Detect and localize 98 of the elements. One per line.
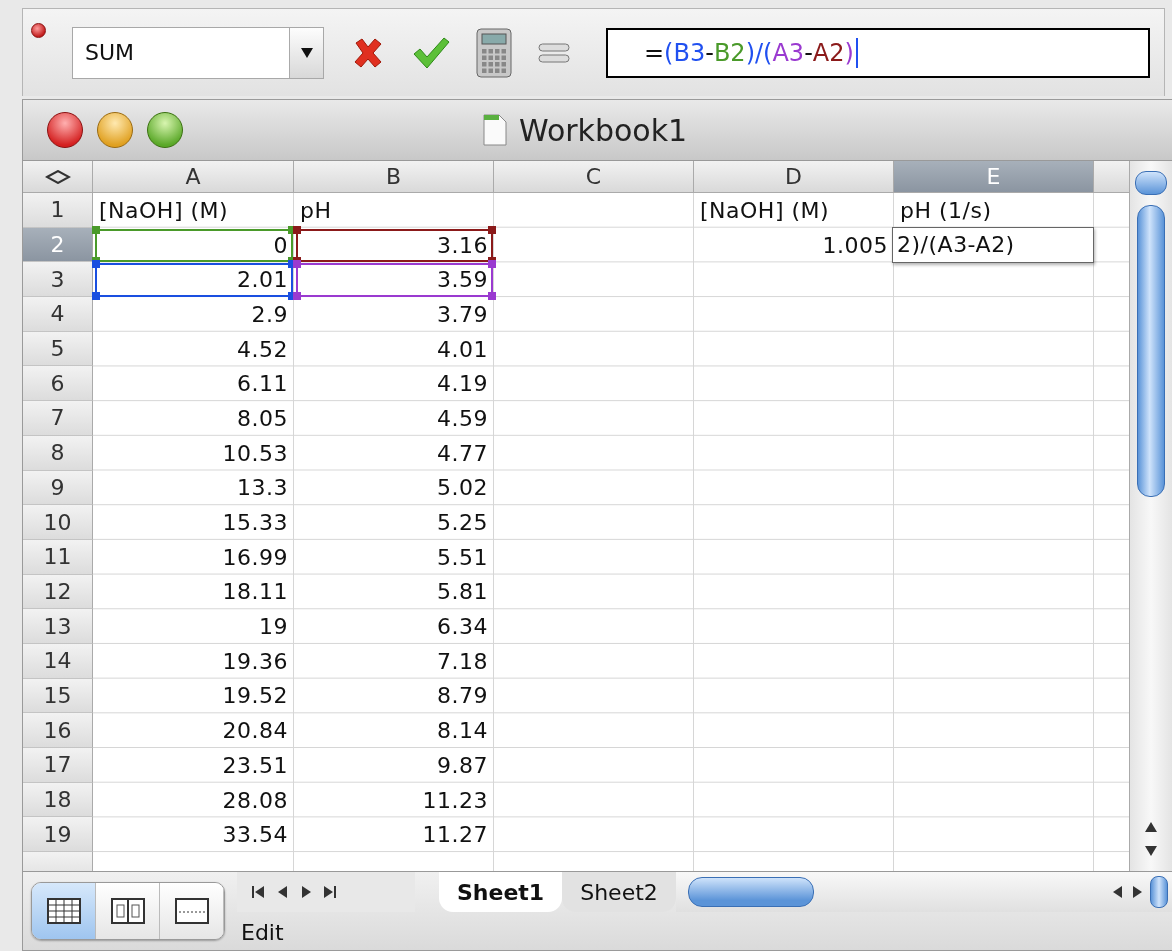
normal-view-icon — [46, 898, 81, 924]
horizontal-scrollbar[interactable] — [675, 872, 1172, 912]
cell-value: 23.51 — [222, 752, 288, 778]
row-header[interactable]: 1 — [23, 193, 93, 228]
cell-value: 18.11 — [222, 579, 288, 605]
checkmark-icon[interactable] — [412, 35, 450, 70]
window-title: Workbook1 — [519, 112, 688, 148]
cell-value: 11.27 — [422, 822, 488, 848]
cell-value: 6.11 — [237, 371, 288, 397]
cell-value: 3.79 — [437, 301, 488, 327]
view-button[interactable] — [96, 883, 160, 939]
dropdown-button[interactable] — [289, 27, 323, 78]
scroll-right-icon[interactable] — [1130, 884, 1144, 900]
column-header[interactable]: A — [93, 161, 294, 193]
next-sheet-icon[interactable] — [299, 884, 313, 900]
cell-value: 33.54 — [222, 822, 288, 848]
cell-value: 5.25 — [437, 510, 488, 536]
cell-value: 3.59 — [437, 267, 488, 293]
cell-value: 4.52 — [237, 336, 288, 362]
cell-value: 10.53 — [222, 440, 288, 466]
select-all-button[interactable] — [23, 161, 93, 193]
sheet-tab[interactable]: Sheet2 — [562, 872, 676, 912]
row-header[interactable]: 6 — [23, 366, 93, 402]
row-header[interactable]: 9 — [23, 470, 93, 506]
cell-value: 6.34 — [437, 614, 488, 640]
cell-value: 5.81 — [437, 579, 488, 605]
status-text: Edit — [240, 919, 285, 945]
row-header[interactable]: 4 — [23, 297, 93, 332]
column-header[interactable]: B — [294, 161, 494, 193]
column-header[interactable]: D — [694, 161, 894, 193]
cell-value: 19.36 — [222, 648, 288, 674]
cell-value: 15.33 — [222, 510, 288, 536]
calculator-icon[interactable] — [476, 27, 512, 78]
first-sheet-icon[interactable] — [251, 884, 265, 900]
cell-value: 13.3 — [237, 475, 288, 501]
cell-value: [NaOH] (M) — [700, 197, 830, 223]
row-header[interactable]: 17 — [23, 748, 93, 783]
zoom-button[interactable] — [147, 112, 183, 148]
cell-value: 5.51 — [437, 544, 488, 570]
page-layout-icon — [110, 898, 145, 924]
row-header[interactable]: 13 — [23, 609, 93, 644]
cell-value: 8.14 — [437, 718, 488, 744]
formula-field[interactable]: =(B3-B2)/(A3-A2) — [606, 27, 1150, 78]
cell-value: 8.05 — [237, 405, 288, 431]
document-icon — [483, 114, 507, 146]
view-button[interactable] — [160, 883, 224, 939]
cell-value: 1.005 — [822, 232, 888, 258]
name-box[interactable]: SUM — [72, 26, 324, 79]
row-header[interactable]: 15 — [23, 678, 93, 714]
split-handle[interactable] — [1135, 171, 1167, 195]
cell-value: 3.16 — [437, 232, 488, 258]
cell-value: 28.08 — [222, 787, 288, 813]
cell-value: 4.01 — [437, 336, 488, 362]
scroll-thumb[interactable] — [1137, 205, 1165, 497]
cell-value: 16.99 — [222, 544, 288, 570]
diamond-icon — [44, 169, 71, 184]
equals-icon[interactable] — [538, 40, 570, 65]
cell-value: 19 — [259, 614, 288, 640]
row-header[interactable]: 8 — [23, 435, 93, 471]
row-header[interactable]: 5 — [23, 331, 93, 367]
cell-value: [NaOH] (M) — [99, 197, 229, 223]
cell-value: pH (1/s) — [900, 197, 992, 223]
row-header[interactable]: 16 — [23, 713, 93, 748]
cell-value: 4.59 — [437, 405, 488, 431]
scroll-thumb[interactable] — [687, 877, 814, 907]
row-header[interactable]: 3 — [23, 262, 93, 298]
column-header[interactable]: C — [494, 161, 694, 193]
cell-value: 20.84 — [222, 718, 288, 744]
cell-value: 8.79 — [437, 683, 488, 709]
cell-value: pH — [300, 197, 332, 223]
minimize-button[interactable] — [97, 112, 133, 148]
cell-value: 4.19 — [437, 371, 488, 397]
cell-value: 2.9 — [251, 301, 288, 327]
page-break-icon — [174, 898, 209, 924]
cell-value: 4.77 — [437, 440, 488, 466]
view-button[interactable] — [32, 883, 96, 939]
cell-editor[interactable]: 2)/(A3-A2) — [892, 226, 1094, 263]
row-header[interactable]: 11 — [23, 539, 93, 575]
cell-value: 2.01 — [237, 267, 288, 293]
close-button[interactable] — [47, 112, 83, 148]
cell-value: 0 — [273, 232, 288, 258]
split-handle[interactable] — [1150, 876, 1168, 908]
last-sheet-icon[interactable] — [323, 884, 337, 900]
caret-icon — [299, 46, 314, 59]
cell-value: 5.02 — [437, 475, 488, 501]
cell-value: 9.87 — [437, 752, 488, 778]
row-header[interactable]: 12 — [23, 574, 93, 610]
close-icon[interactable] — [31, 23, 46, 38]
row-header[interactable]: 18 — [23, 782, 93, 818]
row-header[interactable]: 10 — [23, 505, 93, 540]
row-header[interactable]: 7 — [23, 401, 93, 436]
row-header[interactable]: 19 — [23, 817, 93, 853]
cell-value: 19.52 — [222, 683, 288, 709]
cell-value: 11.23 — [422, 787, 488, 813]
cell-value: 7.18 — [437, 648, 488, 674]
sheet-tab[interactable]: Sheet1 — [439, 872, 563, 912]
row-header[interactable]: 14 — [23, 643, 93, 679]
vertical-scrollbar[interactable] — [1129, 161, 1172, 871]
